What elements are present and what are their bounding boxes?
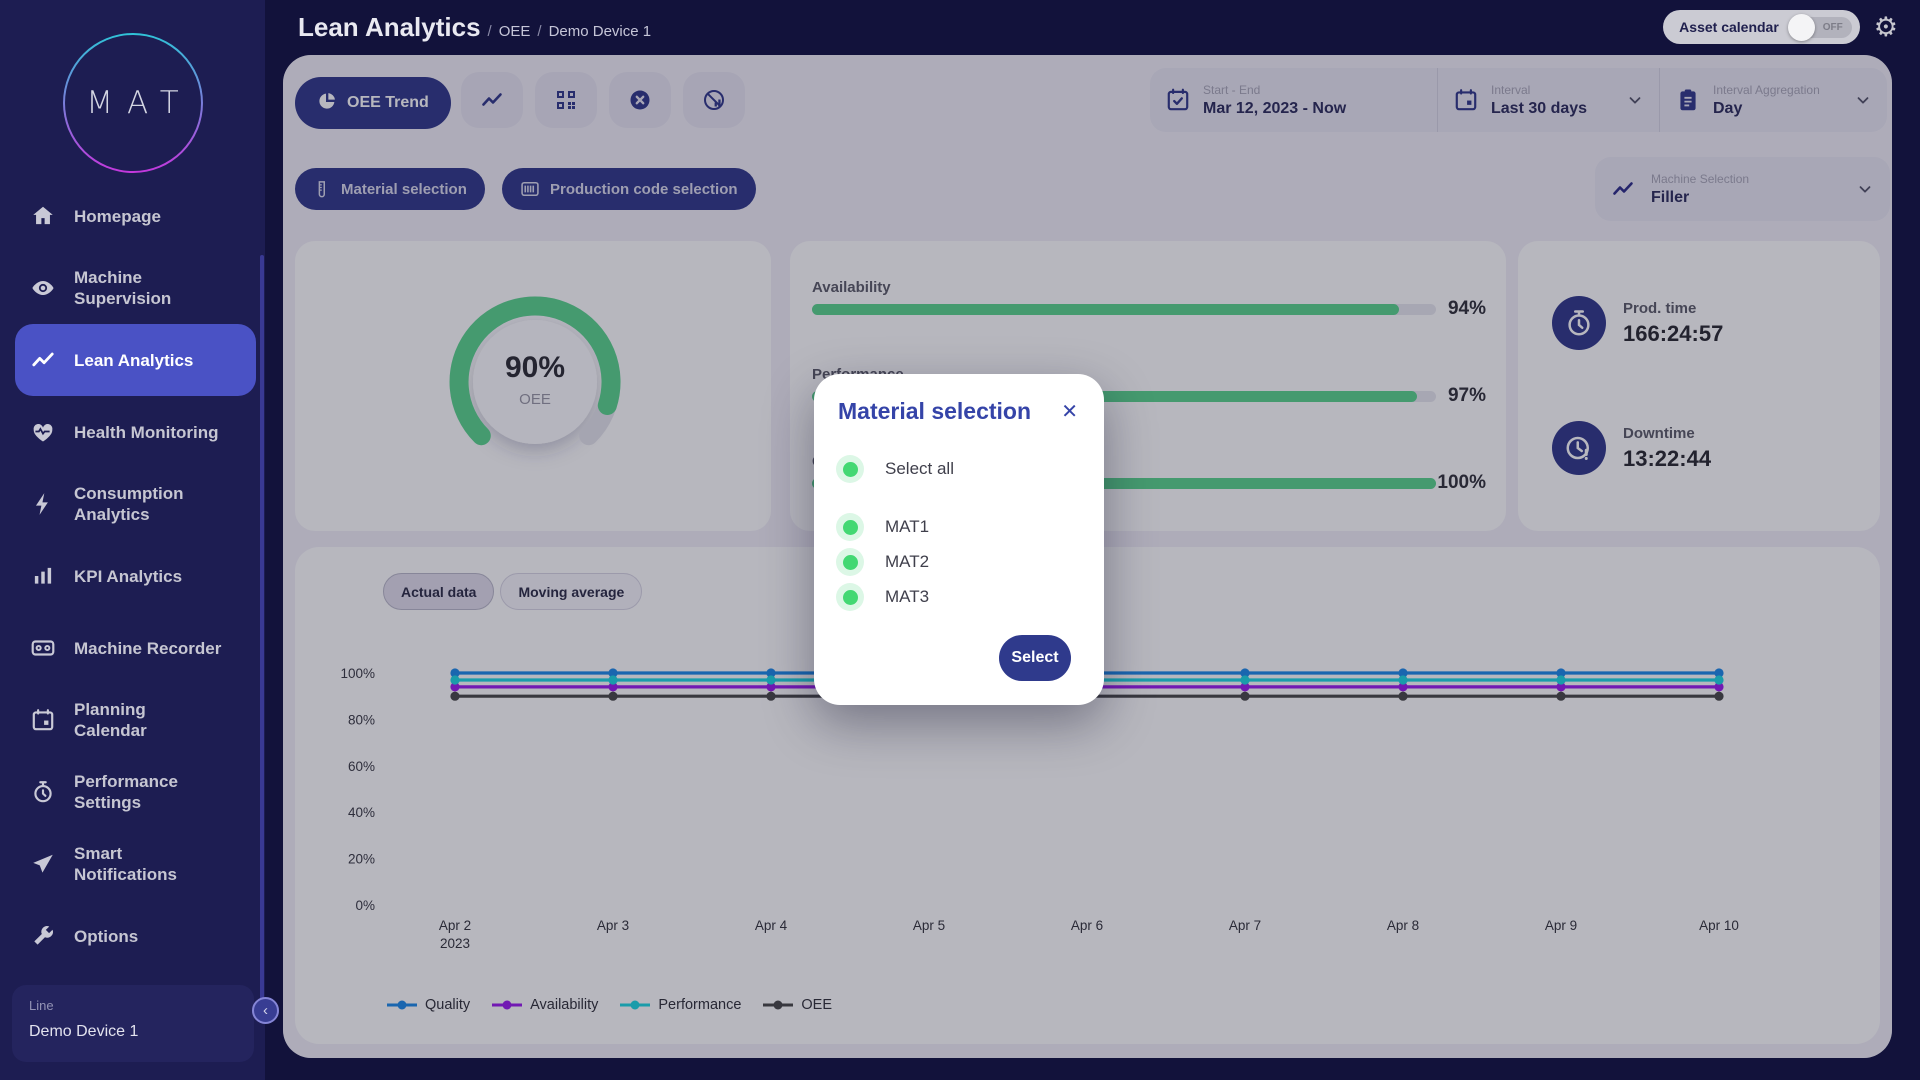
- material-selection-modal: Material selection ✕ Select all MAT1 MAT2 M…: [814, 374, 1104, 705]
- breadcrumb: Lean Analytics / OEE / Demo Device 1: [298, 12, 651, 43]
- radio-selected-icon[interactable]: [836, 455, 864, 483]
- page-title: Lean Analytics: [298, 12, 481, 43]
- sidebar-item-label: Planning Calendar: [74, 699, 147, 741]
- sidebar-item-kpi-analytics[interactable]: KPI Analytics: [15, 540, 256, 612]
- line-device-name: Demo Device 1: [29, 1023, 237, 1041]
- sidebar-item-smart-notifications[interactable]: Smart Notifications: [15, 828, 256, 900]
- radio-selected-icon[interactable]: [836, 548, 864, 576]
- sidebar-item-machine-supervision[interactable]: Machine Supervision: [15, 252, 256, 324]
- sidebar: MAT Homepage Machine Supervision Lean Anal…: [0, 0, 265, 1080]
- sidebar-item-health-monitoring[interactable]: Health Monitoring: [15, 396, 256, 468]
- bolt-icon: [28, 491, 58, 517]
- sidebar-item-performance-settings[interactable]: Performance Settings: [15, 756, 256, 828]
- send-icon: [28, 851, 58, 877]
- header: Lean Analytics / OEE / Demo Device 1 Ass…: [265, 0, 1920, 55]
- brand-logo-text: MAT: [86, 85, 192, 121]
- sidebar-item-label: Lean Analytics: [74, 350, 193, 371]
- toggle-state-label: OFF: [1823, 22, 1843, 33]
- sidebar-item-label: Health Monitoring: [74, 422, 218, 443]
- modal-options: Select all MAT1 MAT2 MAT3: [836, 455, 1082, 618]
- calendar-icon: [28, 707, 58, 733]
- sidebar-item-label: Homepage: [74, 206, 161, 227]
- breadcrumb-separator: /: [488, 23, 492, 40]
- radio-selected-icon[interactable]: [836, 513, 864, 541]
- sidebar-item-label: Machine Supervision: [74, 267, 171, 309]
- eye-icon: [28, 275, 58, 301]
- sidebar-scrollbar[interactable]: [260, 255, 264, 1013]
- sidebar-item-label: KPI Analytics: [74, 566, 182, 587]
- asset-calendar-toggle-pill[interactable]: Asset calendar OFF: [1663, 10, 1860, 44]
- trend-icon: [28, 347, 58, 373]
- recorder-icon: [28, 635, 58, 661]
- breadcrumb-device[interactable]: Demo Device 1: [549, 23, 652, 40]
- material-option-mat3[interactable]: MAT3: [836, 583, 1082, 611]
- modal-title: Material selection: [838, 398, 1031, 425]
- home-icon: [28, 203, 58, 229]
- sidebar-item-planning-calendar[interactable]: Planning Calendar: [15, 684, 256, 756]
- sidebar-item-options[interactable]: Options: [15, 900, 256, 972]
- sidebar-item-lean-analytics[interactable]: Lean Analytics: [15, 324, 256, 396]
- sidebar-item-label: Consumption Analytics: [74, 483, 184, 525]
- stopwatch-icon: [28, 779, 58, 805]
- select-button[interactable]: Select: [999, 635, 1071, 681]
- sidebar-item-label: Machine Recorder: [74, 638, 221, 659]
- breadcrumb-oee[interactable]: OEE: [499, 23, 531, 40]
- bars-icon: [28, 563, 58, 589]
- material-option-mat1[interactable]: MAT1: [836, 513, 1082, 541]
- sidebar-collapse-button[interactable]: ‹: [252, 997, 279, 1024]
- sidebar-item-label: Options: [74, 926, 138, 947]
- material-option-mat2[interactable]: MAT2: [836, 548, 1082, 576]
- settings-gear-icon[interactable]: ⚙: [1874, 14, 1898, 41]
- sidebar-nav: Homepage Machine Supervision Lean Analytic…: [0, 180, 265, 972]
- toggle-knob[interactable]: [1788, 14, 1815, 41]
- line-label: Line: [29, 998, 237, 1013]
- breadcrumb-separator: /: [537, 23, 541, 40]
- sidebar-item-label: Smart Notifications: [74, 843, 177, 885]
- material-option-label: MAT3: [885, 587, 929, 607]
- sidebar-item-machine-recorder[interactable]: Machine Recorder: [15, 612, 256, 684]
- material-option-label: Select all: [885, 459, 954, 479]
- radio-selected-icon[interactable]: [836, 583, 864, 611]
- material-option-select-all[interactable]: Select all: [836, 455, 1082, 483]
- material-option-label: MAT1: [885, 517, 929, 537]
- asset-calendar-toggle[interactable]: OFF: [1790, 17, 1852, 38]
- sidebar-item-consumption-analytics[interactable]: Consumption Analytics: [15, 468, 256, 540]
- wrench-icon: [28, 923, 58, 949]
- heart-icon: [28, 419, 58, 445]
- brand-logo: MAT: [63, 33, 203, 173]
- asset-calendar-label: Asset calendar: [1679, 19, 1779, 35]
- close-icon[interactable]: ✕: [1059, 400, 1080, 424]
- sidebar-item-label: Performance Settings: [74, 771, 178, 813]
- material-option-label: MAT2: [885, 552, 929, 572]
- line-device-card[interactable]: Line Demo Device 1: [12, 985, 254, 1062]
- sidebar-item-homepage[interactable]: Homepage: [15, 180, 256, 252]
